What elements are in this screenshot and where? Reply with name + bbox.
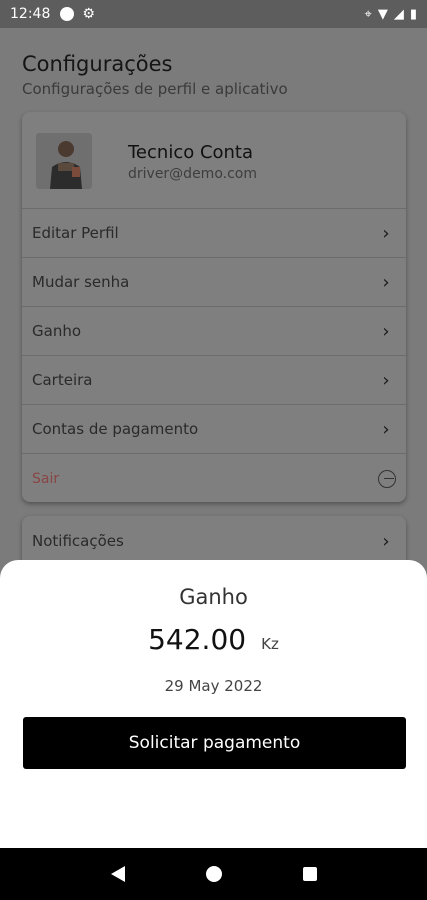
logout-label: Sair	[32, 470, 60, 487]
location-icon: ⌖	[364, 6, 372, 22]
menu-item-mudar-senha[interactable]: Mudar senha ›	[22, 258, 406, 307]
profile-name: Tecnico Conta	[128, 142, 254, 163]
menu-item-carteira[interactable]: Carteira ›	[22, 356, 406, 405]
logout-icon	[378, 469, 396, 488]
status-time: 12:48	[10, 6, 51, 22]
page-title: Configurações	[22, 52, 173, 76]
home-icon[interactable]	[205, 866, 222, 882]
chevron-right-icon: ›	[382, 320, 390, 342]
profile-header[interactable]: Tecnico Conta driver@demo.com	[22, 112, 406, 209]
menu-item-notificacoes[interactable]: Notificações ›	[22, 516, 406, 566]
recents-icon[interactable]	[302, 867, 317, 881]
menu-item-editar-perfil[interactable]: Editar Perfil ›	[22, 209, 406, 258]
request-payment-button[interactable]: Solicitar pagamento	[23, 717, 406, 769]
menu-item-label: Notificações	[32, 532, 124, 550]
circle-icon	[60, 7, 75, 21]
menu-item-label: Mudar senha	[32, 273, 130, 291]
signal-icon: ◢	[393, 6, 404, 22]
battery-icon: ▮	[409, 6, 417, 22]
menu-item-label: Carteira	[32, 371, 93, 389]
logout-button[interactable]: Sair	[22, 454, 406, 503]
page-subtitle: Configurações de perfil e aplicativo	[22, 80, 288, 98]
chevron-right-icon: ›	[382, 222, 390, 244]
menu-item-label: Ganho	[32, 322, 82, 340]
back-icon[interactable]	[110, 866, 125, 882]
amount-value: 542.00	[148, 623, 247, 656]
earnings-date: 29 May 2022	[164, 677, 263, 695]
menu-item-ganho[interactable]: Ganho ›	[22, 307, 406, 356]
chevron-right-icon: ›	[382, 418, 390, 440]
sheet-title: Ganho	[179, 585, 248, 609]
chevron-right-icon: ›	[382, 271, 390, 293]
amount-currency: Kz	[261, 635, 279, 653]
wifi-icon: ▼	[377, 6, 388, 22]
navigation-bar	[0, 848, 427, 900]
profile-email: driver@demo.com	[128, 166, 257, 182]
menu-item-label: Editar Perfil	[32, 224, 119, 242]
earnings-amount: 542.00 Kz	[0, 623, 427, 656]
settings-card: Tecnico Conta driver@demo.com Editar Per…	[22, 112, 406, 502]
status-icons: ⌖ ▼ ◢ ▮	[365, 7, 417, 22]
chevron-right-icon: ›	[382, 369, 390, 391]
earnings-bottom-sheet: Ganho 542.00 Kz 29 May 2022 Solicitar pa…	[0, 560, 427, 850]
status-bar: 12:48 ⚙ ⌖ ▼ ◢ ▮	[0, 0, 427, 28]
chevron-right-icon: ›	[382, 530, 390, 552]
menu-item-label: Contas de pagamento	[32, 420, 199, 438]
menu-item-contas-de-pagamento[interactable]: Contas de pagamento ›	[22, 405, 406, 454]
gear-icon: ⚙	[82, 6, 95, 22]
avatar	[36, 133, 92, 189]
